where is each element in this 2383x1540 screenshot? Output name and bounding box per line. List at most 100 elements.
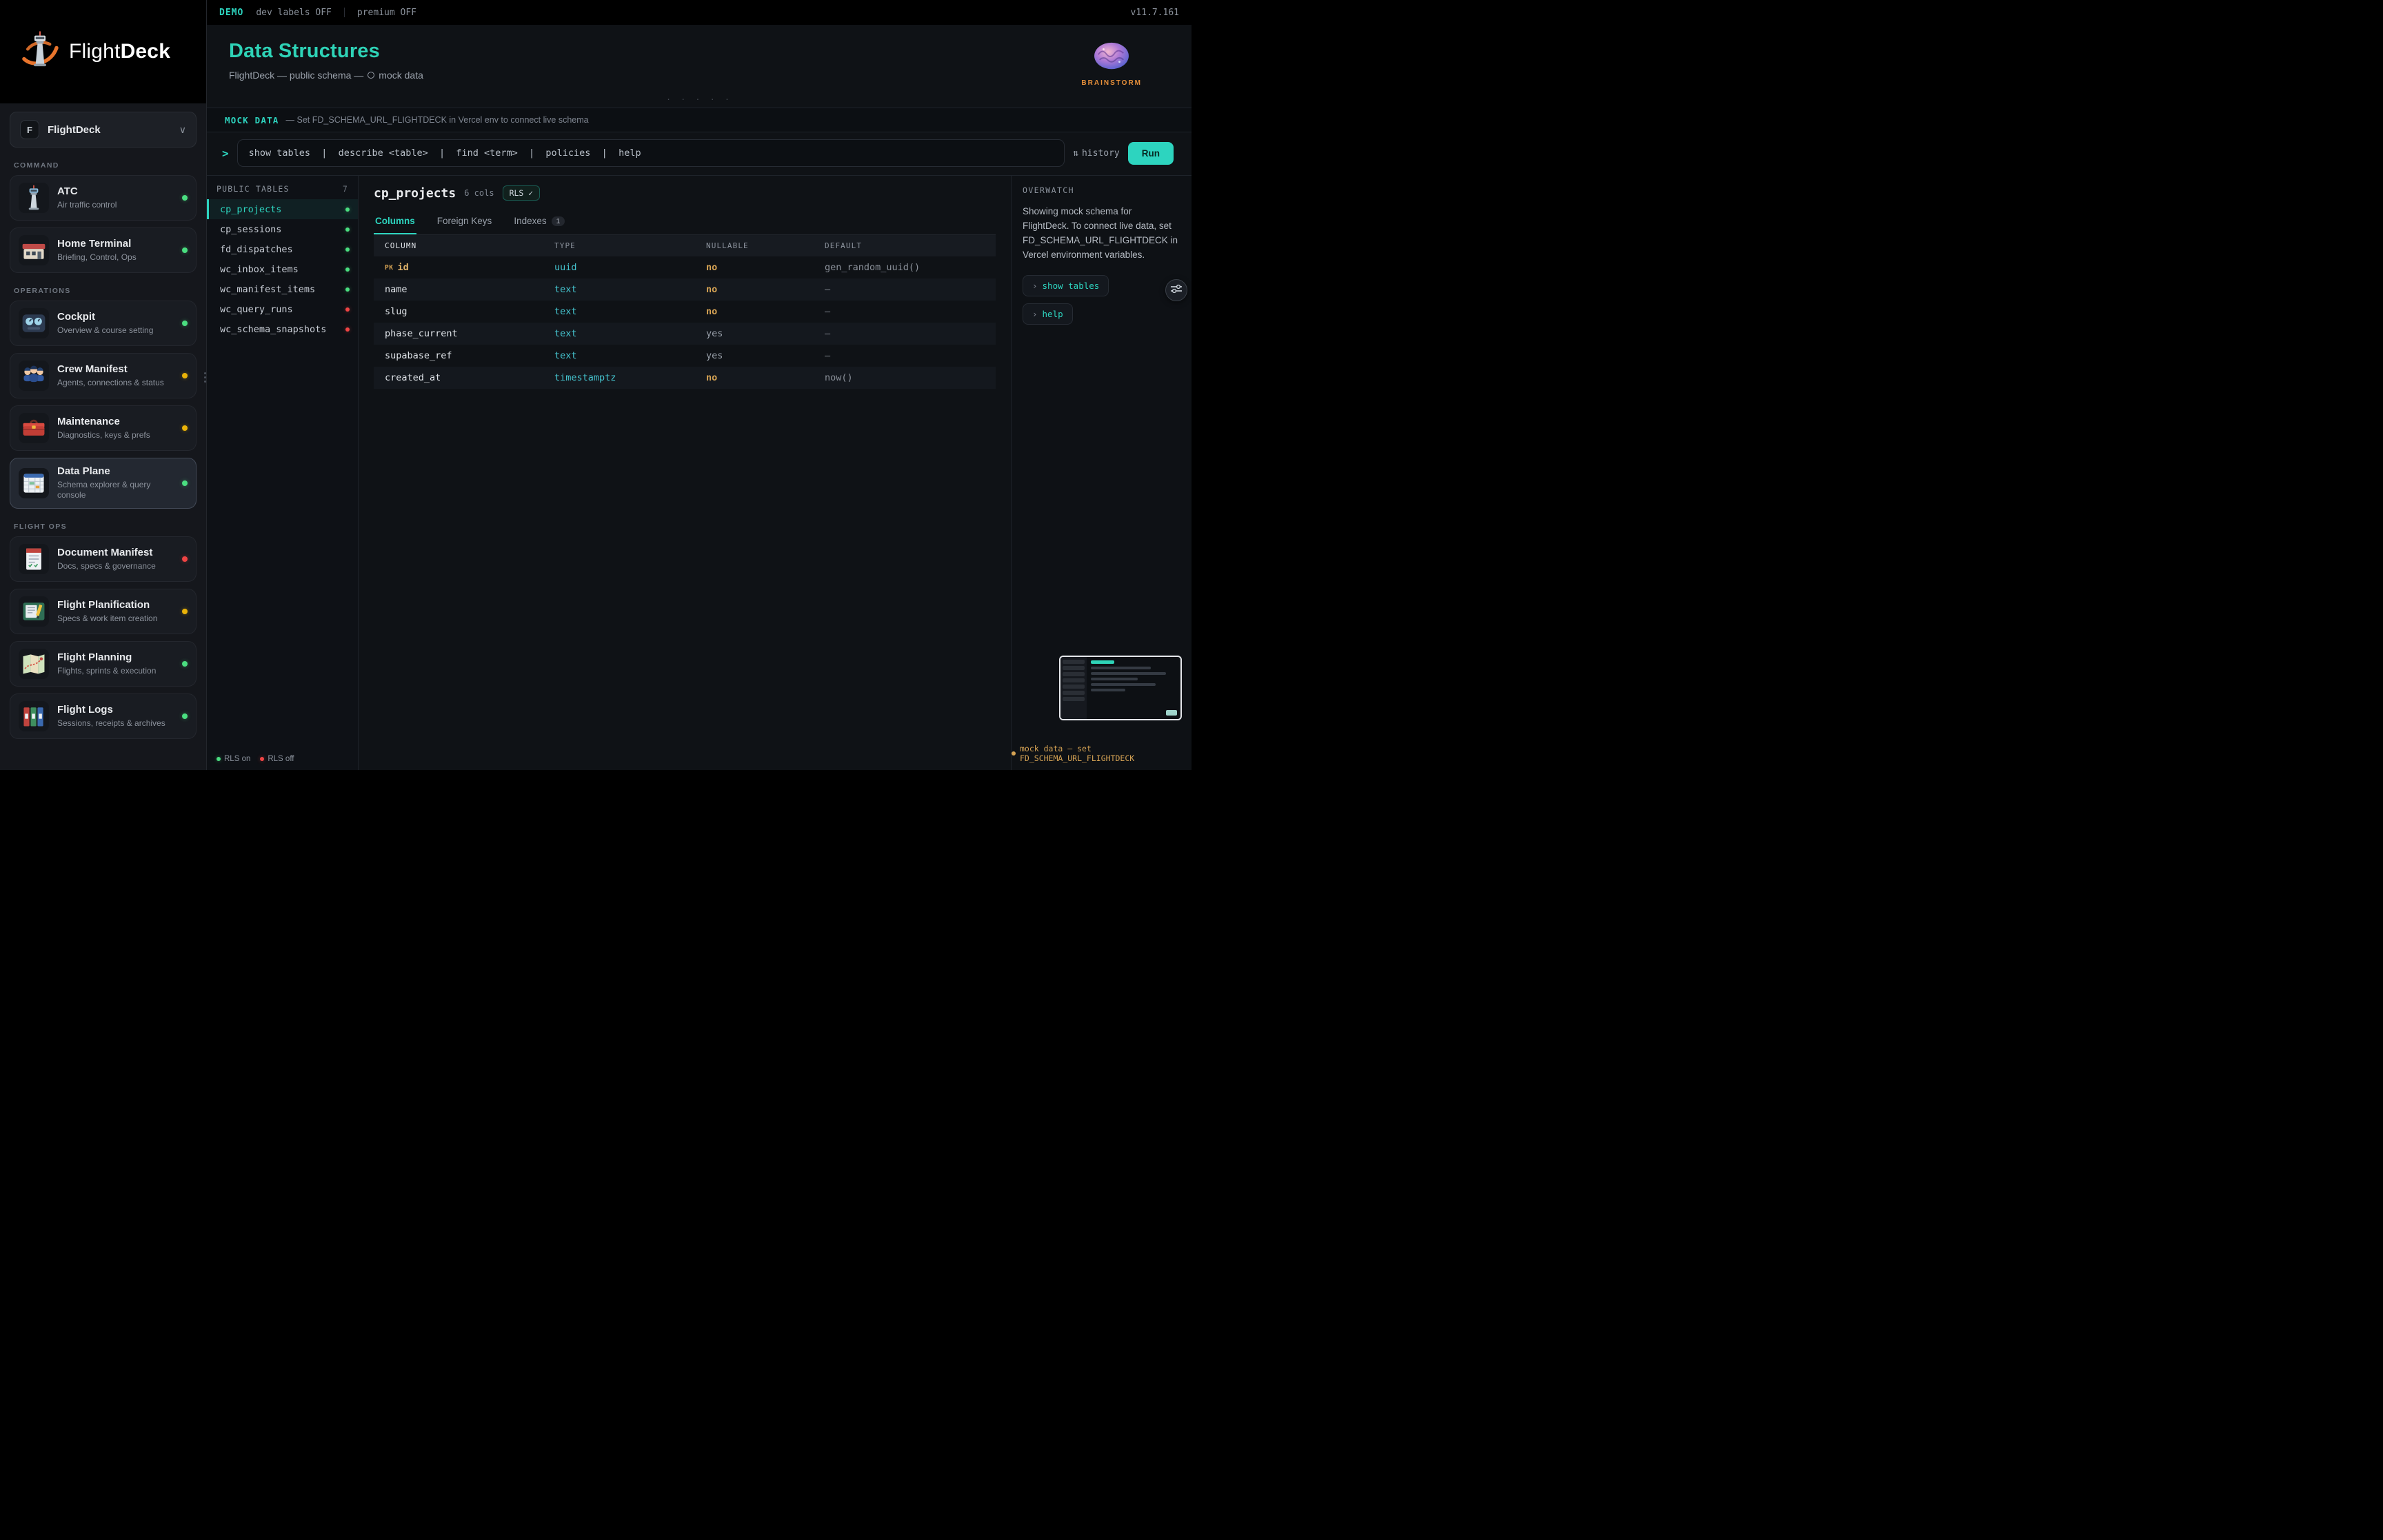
sidebar-item-title: Flight Logs [57,704,113,716]
tables-count: 7 [343,184,348,194]
tab-indexes[interactable]: Indexes1 [512,210,566,234]
section-label-operations: OPERATIONS [14,287,192,295]
run-button[interactable]: Run [1128,142,1174,165]
table-name: wc_manifest_items [220,284,345,295]
sidebar-item-flight-logs[interactable]: Flight Logs Sessions, receipts & archive… [10,693,197,739]
col-header-default: DEFAULT [825,241,996,250]
mock-data-circle-icon [368,72,374,79]
mock-data-dot [1012,751,1016,756]
sidebar-item-body: Flight Planification Specs & work item c… [57,599,174,624]
preview-sidebar [1060,657,1087,719]
col-header-nullable: NULLABLE [706,241,825,250]
sidebar-item-body: Data Plane Schema explorer & query conso… [57,465,174,501]
status-dot-yellow [182,609,188,614]
page-subtitle-prefix: FlightDeck — public schema — [229,70,363,81]
column-name: slug [385,306,408,317]
terminal-building-icon [19,235,49,265]
table-list-item-wc-query-runs[interactable]: wc_query_runs [207,299,358,319]
tab-foreign-keys[interactable]: Foreign Keys [436,210,494,234]
column-nullable: no [706,372,825,383]
sidebar-item-title: Cockpit [57,311,95,323]
table-row: created_at timestamptz no now() [374,367,996,389]
header-collapse-handle[interactable]: · · · · · [207,97,1192,108]
status-dot-green [182,247,188,253]
sidebar-item-subtitle: Briefing, Control, Ops [57,252,174,263]
column-type: text [554,328,706,339]
primary-key-icon: PK [385,264,393,272]
column-default: gen_random_uuid() [825,262,996,273]
sidebar-item-cockpit[interactable]: Cockpit Overview & course setting [10,301,197,346]
suggestion-show-tables-button[interactable]: › show tables [1023,275,1109,296]
premium-toggle[interactable]: premium OFF [357,8,416,18]
table-name: wc_inbox_items [220,264,345,275]
tab-label: Foreign Keys [437,216,492,226]
table-list-item-wc-manifest-items[interactable]: wc_manifest_items [207,279,358,299]
column-type: timestamptz [554,372,706,383]
divider [344,8,345,17]
table-detail-header: cp_projects 6 cols RLS ✓ [374,185,996,201]
content-area: PUBLIC TABLES 7 cp_projects cp_sessions … [207,175,1192,770]
overwatch-suggestions: › show tables › help [1023,275,1180,325]
sidebar-item-data-plane[interactable]: Data Plane Schema explorer & query conso… [10,458,197,509]
detail-tabs: Columns Foreign Keys Indexes1 [374,210,996,235]
rls-off-label: RLS off [268,755,294,763]
history-button[interactable]: ⇅ history [1073,148,1120,159]
table-detail-name: cp_projects [374,186,456,201]
dev-labels-toggle[interactable]: dev labels OFF [256,8,332,18]
status-dot-green [182,195,188,201]
column-type: text [554,306,706,317]
blueprint-icon [19,596,49,627]
sidebar-item-document-manifest[interactable]: Document Manifest Docs, specs & governan… [10,536,197,582]
table-list-item-wc-schema-snapshots[interactable]: wc_schema_snapshots [207,319,358,339]
suggestion-help-button[interactable]: › help [1023,303,1073,325]
sidebar-item-body: Maintenance Diagnostics, keys & prefs [57,416,174,440]
sidebar-item-atc[interactable]: ATC Air traffic control [10,175,197,221]
mock-data-status-text: mock data — set FD_SCHEMA_URL_FLIGHTDECK [1020,744,1182,763]
app-preview-thumbnail[interactable] [1059,656,1182,720]
sidebar-item-flight-planning[interactable]: Flight Planning Flights, sprints & execu… [10,641,197,687]
command-input[interactable] [237,139,1065,167]
table-list-item-wc-inbox-items[interactable]: wc_inbox_items [207,259,358,279]
table-list-item-cp-projects[interactable]: cp_projects [207,199,358,219]
workspace-badge: F [20,120,39,139]
rls-on-dot [217,757,221,761]
settings-fab-button[interactable] [1165,279,1187,301]
rls-on-dot [345,287,350,292]
sidebar-item-title: Home Terminal [57,238,131,250]
tab-columns[interactable]: Columns [374,210,416,234]
sidebar-item-flight-planification[interactable]: Flight Planification Specs & work item c… [10,589,197,634]
overwatch-panel: OVERWATCH Showing mock schema for Flight… [1011,176,1192,770]
sidebar-item-maintenance[interactable]: Maintenance Diagnostics, keys & prefs [10,405,197,451]
table-row: supabase_ref text yes — [374,345,996,367]
page-subtitle-suffix: mock data [379,70,423,81]
table-list-item-cp-sessions[interactable]: cp_sessions [207,219,358,239]
sidebar-item-home-terminal[interactable]: Home Terminal Briefing, Control, Ops [10,227,197,273]
table-list-item-fd-dispatches[interactable]: fd_dispatches [207,239,358,259]
workspace-name: FlightDeck [48,124,171,136]
column-default: — [825,306,996,317]
table-name: fd_dispatches [220,244,345,255]
mock-data-status: mock data — set FD_SCHEMA_URL_FLIGHTDECK [1012,744,1182,763]
table-name: wc_schema_snapshots [220,324,345,335]
column-nullable: no [706,262,825,273]
rls-off-dot [260,757,264,761]
table-row: slug text no — [374,301,996,323]
table-name: cp_sessions [220,224,345,235]
public-tables-panel: PUBLIC TABLES 7 cp_projects cp_sessions … [207,176,359,770]
workspace-switcher[interactable]: F FlightDeck ∨ [10,112,197,148]
sidebar-item-crew-manifest[interactable]: Crew Manifest Agents, connections & stat… [10,353,197,398]
section-label-flight-ops: FLIGHT OPS [14,523,192,531]
main-area: DEMO dev labels OFF premium OFF v11.7.16… [207,0,1192,770]
columns-table-header: COLUMN TYPE NULLABLE DEFAULT [374,235,996,256]
sidebar-item-title: Flight Planning [57,651,132,663]
sidebar-item-title: Maintenance [57,416,120,427]
brainstorm-logo: BRAINSTORM [1081,40,1142,87]
rls-off-legend: RLS off [260,755,294,763]
sidebar-item-body: Flight Planning Flights, sprints & execu… [57,651,174,676]
column-nullable: yes [706,328,825,339]
rls-on-dot [345,247,350,252]
command-bar: > ⇅ history Run [207,132,1192,175]
rls-on-dot [345,227,350,232]
sidebar-resize-handle[interactable] [204,372,206,383]
table-name: cp_projects [220,204,345,215]
